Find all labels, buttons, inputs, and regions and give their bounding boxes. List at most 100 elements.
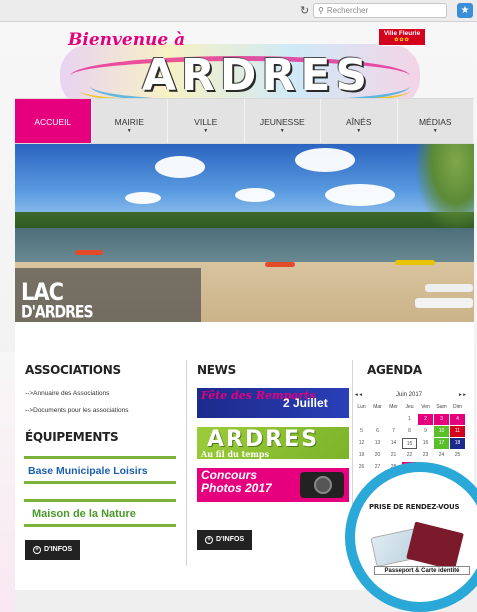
documents-link[interactable]: -->Documents pour les associations (25, 407, 129, 414)
calendar-day[interactable]: 20 (370, 450, 385, 461)
base-loisirs-label: Base Municipale Loisirs (28, 465, 148, 477)
plus-icon: + (33, 546, 41, 554)
weekday-label: Mar (373, 404, 382, 410)
decorative-band (0, 352, 15, 612)
calendar-day[interactable]: 25 (450, 450, 465, 461)
calendar-day[interactable] (370, 414, 385, 425)
nav-item-label: JEUNESSE (259, 117, 305, 127)
cloud (325, 184, 395, 206)
equipements-title: ÉQUIPEMENTS (25, 430, 119, 444)
calendar-day[interactable]: 3 (434, 414, 449, 425)
calendar-day[interactable]: 2 (418, 414, 433, 425)
logo-town-name: ARDRES (142, 50, 373, 101)
search-input[interactable]: ⚲ Rechercher (313, 3, 447, 18)
browser-toolbar: ↻ ⚲ Rechercher ★ (0, 0, 477, 22)
calendar-day[interactable]: 5 (354, 426, 369, 437)
calendar-day[interactable]: 24 (434, 450, 449, 461)
hero-willow (414, 144, 474, 234)
plus-icon: + (205, 536, 213, 544)
nav-item-mairie[interactable]: MAIRIE ▼ (92, 99, 168, 143)
news-remparts-date: 2 Juillet (283, 396, 328, 410)
calendar-day[interactable]: 12 (354, 438, 369, 449)
infos-button-label: D'INFOS (216, 536, 245, 543)
calendar-day[interactable]: 18 (450, 438, 465, 449)
hero-slider[interactable]: LAC D'ARDRES (15, 144, 474, 330)
calendar-day[interactable]: 16 (418, 438, 433, 449)
calendar-day[interactable]: 11 (450, 426, 465, 437)
camera-icon (300, 472, 344, 498)
nav-item-aines[interactable]: AÎNÉS ▼ (321, 99, 398, 143)
weekday-label: Dim (453, 404, 462, 410)
agenda-title: AGENDA (367, 363, 422, 377)
site-logo[interactable]: Bienvenue à ARDRES Ville Fleurie ✿✿✿ (60, 26, 426, 108)
nav-item-jeunesse[interactable]: JEUNESSE ▼ (245, 99, 321, 143)
chevron-down-icon: ▼ (432, 128, 438, 134)
news-fil-du-temps-banner[interactable]: ARDRES Au fil du temps (197, 427, 349, 459)
calendar-week: 1 2 3 4 (354, 414, 474, 426)
news-concours-title: Concours Photos 2017 (201, 468, 272, 495)
calendar-day[interactable]: 1 (402, 414, 417, 425)
boat (415, 298, 473, 308)
reload-icon[interactable]: ↻ (300, 4, 309, 17)
news-concours-banner[interactable]: Concours Photos 2017 (197, 468, 349, 502)
hero-title: LAC (21, 278, 64, 306)
nav-item-label: VILLE (194, 117, 218, 127)
weekday-label: Jeu (405, 404, 414, 410)
nav-item-ville[interactable]: VILLE ▼ (168, 99, 245, 143)
ville-fleurie-badge: Ville Fleurie ✿✿✿ (378, 28, 426, 46)
calendar-day[interactable]: 23 (418, 450, 433, 461)
ville-fleurie-label: Ville Fleurie (383, 30, 421, 37)
extension-icon[interactable]: ★ (457, 3, 473, 18)
calendar-day[interactable]: 22 (402, 450, 417, 461)
calendar-day[interactable]: 14 (386, 438, 401, 449)
news-remparts-banner[interactable]: Fête des Remparts 2 Juillet (197, 388, 349, 418)
calendar-day[interactable]: 26 (354, 462, 369, 473)
calendar-day[interactable]: 10 (434, 426, 449, 437)
calendar-next-button[interactable]: ▸ ▸ (459, 392, 466, 398)
nav-item-label: AÎNÉS (345, 117, 372, 127)
calendar-day[interactable]: 7 (386, 426, 401, 437)
calendar-day[interactable]: 4 (450, 414, 465, 425)
boat (425, 284, 473, 292)
calendar-day[interactable]: 19 (354, 450, 369, 461)
chevron-down-icon: ▼ (126, 128, 132, 134)
rendez-vous-title: PRISE DE RENDEZ-VOUS (369, 503, 460, 511)
calendar-day[interactable] (354, 414, 369, 425)
search-placeholder: Rechercher (326, 6, 369, 15)
base-loisirs-banner[interactable]: Base Municipale Loisirs (24, 456, 176, 484)
calendar-weekdays: Lun Mar Mer Jeu Ven Sam Dim (354, 402, 474, 414)
infos-button-label: D'INFOS (44, 546, 73, 553)
chevron-down-icon: ▼ (203, 128, 209, 134)
calendar-day[interactable]: 6 (370, 426, 385, 437)
associations-title: ASSOCIATIONS (25, 363, 121, 377)
nav-item-accueil[interactable]: ACCUEIL (15, 99, 92, 143)
calendar-day[interactable]: 21 (386, 450, 401, 461)
calendar-day[interactable]: 8 (402, 426, 417, 437)
calendar-day-today[interactable]: 15 (402, 438, 417, 449)
search-icon: ⚲ (318, 6, 324, 15)
hero-subtitle: D'ARDRES (21, 303, 94, 323)
weekday-label: Sam (436, 404, 447, 410)
flowers-icon: ✿✿✿ (394, 37, 410, 43)
calendar-prev-button[interactable]: ◂ ◂ (355, 392, 362, 398)
weekday-label: Mer (389, 404, 398, 410)
news-infos-button[interactable]: + D'INFOS (197, 530, 253, 550)
nav-item-medias[interactable]: MÉDIAS ▼ (398, 99, 474, 143)
news-fil-du-temps-subtitle: Au fil du temps (201, 449, 269, 459)
calendar-day[interactable] (386, 414, 401, 425)
equipements-infos-button[interactable]: + D'INFOS (25, 540, 81, 560)
cloud (155, 156, 205, 178)
calendar-day[interactable]: 17 (434, 438, 449, 449)
calendar-day[interactable]: 9 (418, 426, 433, 437)
chevron-down-icon: ▼ (356, 128, 362, 134)
rendez-vous-caption[interactable]: Passeport & Carte identité (374, 566, 470, 575)
annuaire-link[interactable]: -->Annuaire des Associations (25, 390, 109, 397)
weekday-label: Lun (357, 404, 366, 410)
cloud (295, 148, 355, 172)
logo-welcome-text: Bienvenue à (68, 30, 186, 50)
weekday-label: Ven (421, 404, 430, 410)
maison-nature-banner[interactable]: Maison de la Nature (24, 499, 176, 527)
calendar-week: 19 20 21 22 23 24 25 (354, 450, 474, 462)
calendar-day[interactable]: 13 (370, 438, 385, 449)
boat (265, 262, 295, 267)
